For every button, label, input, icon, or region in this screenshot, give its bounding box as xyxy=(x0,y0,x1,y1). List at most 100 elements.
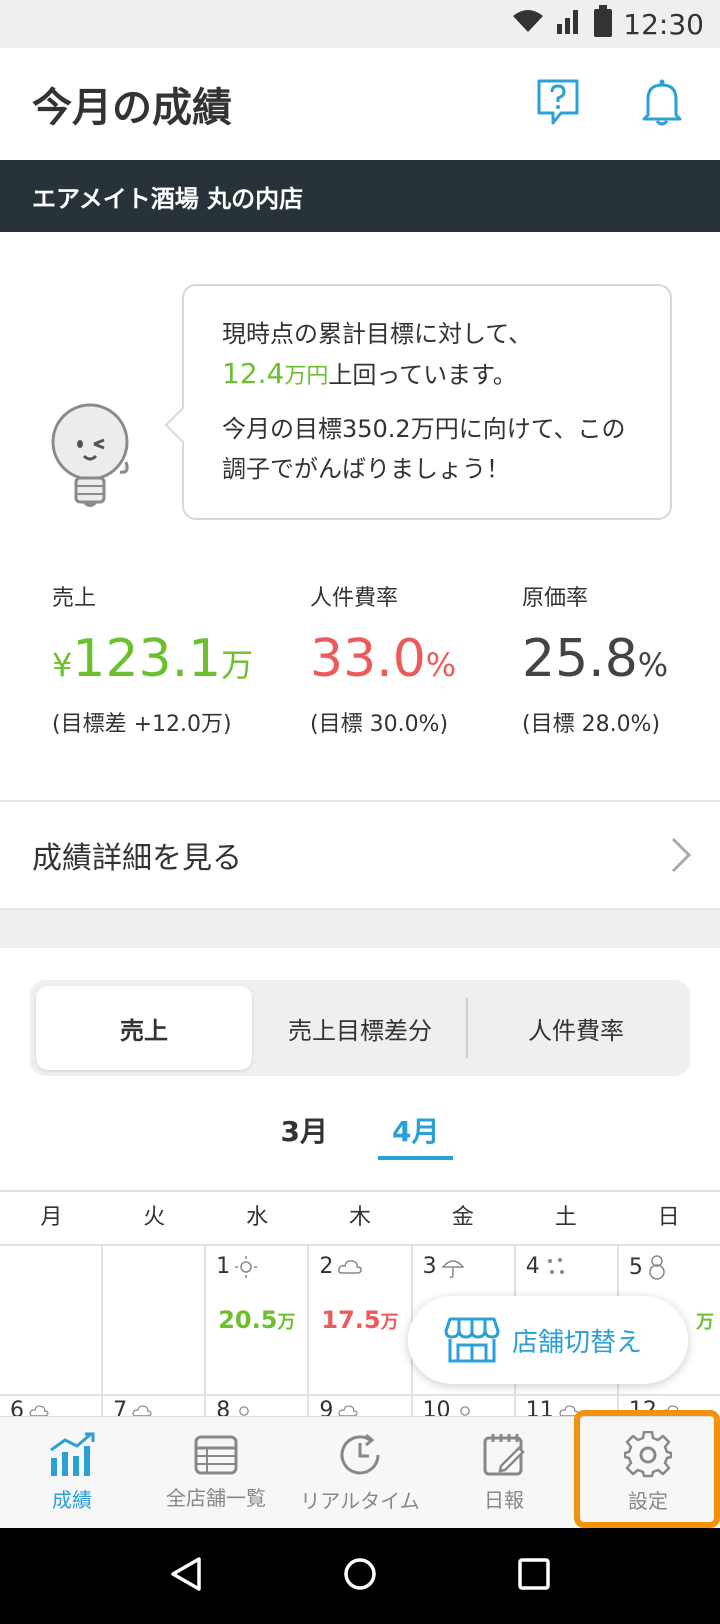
calendar-cell[interactable]: 10 xyxy=(413,1396,516,1416)
calendar-cell[interactable]: 6 xyxy=(0,1396,104,1416)
segment-sales-target-diff[interactable]: 売上目標差分 xyxy=(252,986,468,1070)
chevron-right-icon xyxy=(670,836,692,882)
sleet-icon xyxy=(547,1257,564,1274)
app-bar: 今月の成績 xyxy=(0,48,720,160)
notification-button[interactable] xyxy=(636,76,688,128)
settings-highlight-frame xyxy=(574,1410,720,1528)
chart-icon xyxy=(50,1432,95,1476)
metric-segmented-control: 売上 売上目標差分 人件費率 xyxy=(30,980,690,1076)
kpi-cost: 原価率 25.8% (目標 28.0%) xyxy=(522,580,668,738)
kpi-sales-label: 売上 xyxy=(52,586,97,611)
kpi-sales: 売上 ¥123.1万 (目標差 +12.0万) xyxy=(52,580,253,738)
weekday-sun: 日 xyxy=(657,1205,680,1230)
coach-line-2: 12.4万円上回っています。 xyxy=(222,354,632,397)
wifi-icon xyxy=(511,8,545,41)
coach-line-1: 現時点の累計目標に対して、 xyxy=(222,320,533,348)
page-title: 今月の成績 xyxy=(32,85,232,131)
storefront-icon xyxy=(444,1317,500,1363)
tab-realtime[interactable]: リアルタイム xyxy=(288,1417,432,1528)
calendar-cell-empty xyxy=(0,1246,104,1394)
coach-diff-unit: 万円 xyxy=(284,364,329,389)
recents-square-icon xyxy=(517,1558,550,1590)
home-button[interactable] xyxy=(342,1556,378,1596)
calendar-amount-unit: 万 xyxy=(380,1312,399,1333)
umbrella-icon xyxy=(440,1259,465,1278)
coach-section: 現時点の累計目標に対して、 12.4万円上回っています。 今月の目標350.2万… xyxy=(0,232,720,562)
back-button[interactable] xyxy=(169,1556,203,1596)
tab-daily-report[interactable]: 日報 xyxy=(432,1417,576,1528)
calendar-cell[interactable]: 2 17.5万 xyxy=(309,1246,413,1394)
kpi-cost-number: 25.8 xyxy=(522,629,638,689)
calendar-day: 3 xyxy=(422,1254,437,1279)
kpi-cost-value: 25.8% xyxy=(522,624,668,700)
calendar-amount-unit: 万 xyxy=(695,1312,714,1333)
calendar-day: 1 xyxy=(216,1254,231,1279)
calendar-amount: 17.5 xyxy=(321,1306,381,1334)
tab-daily-report-label: 日報 xyxy=(484,1488,524,1512)
calendar-day: 2 xyxy=(319,1254,334,1279)
tab-realtime-label: リアルタイム xyxy=(300,1489,420,1513)
bell-icon xyxy=(642,79,682,126)
clock-icon xyxy=(340,1433,380,1475)
kpi-labor-label: 人件費率 xyxy=(310,586,399,611)
snowman-icon xyxy=(649,1255,665,1280)
status-bar: 12:30 xyxy=(0,0,720,48)
calendar-cell[interactable]: 7 xyxy=(103,1396,207,1416)
calendar-cell[interactable]: 1 20.5万 xyxy=(206,1246,310,1394)
kpi-labor-value: 33.0% xyxy=(310,624,456,700)
kpi-labor-number: 33.0 xyxy=(310,629,426,689)
cloud-icon xyxy=(338,1259,363,1274)
calendar-day: 4 xyxy=(525,1254,540,1279)
calendar-weekday-header: 月 火 水 木 金 土 日 xyxy=(0,1190,720,1246)
back-triangle-icon xyxy=(171,1557,202,1591)
home-circle-icon xyxy=(344,1558,376,1590)
coach-diff-value: 12.4 xyxy=(222,357,285,390)
signal-icon xyxy=(555,8,583,41)
weekday-fri: 金 xyxy=(451,1205,474,1230)
kpi-sales-value: ¥123.1万 xyxy=(52,624,253,700)
calendar-day: 9 xyxy=(319,1398,334,1416)
tab-all-stores[interactable]: 全店舗一覧 xyxy=(144,1417,288,1528)
calendar-day: 10 xyxy=(422,1398,451,1416)
weekday-sat: 土 xyxy=(554,1205,577,1230)
help-button[interactable] xyxy=(532,76,584,128)
store-name: エアメイト酒場 丸の内店 xyxy=(32,184,304,213)
kpi-section: 売上 ¥123.1万 (目標差 +12.0万) 人件費率 33.0% (目標 3… xyxy=(0,580,720,750)
calendar-day: 8 xyxy=(216,1398,231,1416)
segment-sales[interactable]: 売上 xyxy=(36,986,252,1070)
weekday-tue: 火 xyxy=(143,1205,166,1230)
list-icon xyxy=(194,1435,238,1475)
kpi-cost-label: 原価率 xyxy=(522,586,589,611)
tab-month-march[interactable]: 3月 xyxy=(267,1110,342,1160)
calendar-amount: 20.5 xyxy=(218,1306,278,1334)
lightbulb-mascot-icon xyxy=(50,402,136,522)
kpi-sales-unit: 万 xyxy=(221,646,254,684)
tab-results[interactable]: 成績 xyxy=(0,1417,144,1528)
notebook-icon xyxy=(483,1434,525,1476)
coach-line-2-suffix: 上回っています。 xyxy=(328,361,517,389)
sun-icon xyxy=(239,1405,250,1416)
switch-store-label: 店舗切替え xyxy=(512,1327,643,1358)
segment-labor-rate[interactable]: 人件費率 xyxy=(468,986,684,1070)
sun-icon xyxy=(235,1255,258,1278)
calendar-day: 5 xyxy=(628,1254,643,1280)
kpi-labor-unit: % xyxy=(425,646,457,684)
kpi-labor-target: (目標 30.0%) xyxy=(310,712,449,737)
weekday-wed: 水 xyxy=(246,1205,269,1230)
store-name-bar: エアメイト酒場 丸の内店 xyxy=(0,160,720,232)
status-time: 12:30 xyxy=(623,7,704,41)
coach-speech-bubble: 現時点の累計目標に対して、 12.4万円上回っています。 今月の目標350.2万… xyxy=(182,284,672,520)
calendar-day: 7 xyxy=(113,1398,128,1416)
recents-button[interactable] xyxy=(517,1557,551,1595)
cloud-icon xyxy=(132,1404,152,1416)
switch-store-button[interactable]: 店舗切替え xyxy=(408,1296,688,1384)
view-details-label: 成績詳細を見る xyxy=(32,841,242,876)
sun-icon xyxy=(459,1405,470,1416)
calendar-cell[interactable]: 8 xyxy=(206,1396,310,1416)
tab-month-april[interactable]: 4月 xyxy=(378,1110,454,1160)
system-navigation-bar xyxy=(0,1528,720,1624)
kpi-sales-target: (目標差 +12.0万) xyxy=(52,712,232,737)
calendar-cell[interactable]: 9 xyxy=(309,1396,413,1416)
view-details-link[interactable]: 成績詳細を見る xyxy=(0,800,720,910)
battery-icon xyxy=(593,4,613,44)
